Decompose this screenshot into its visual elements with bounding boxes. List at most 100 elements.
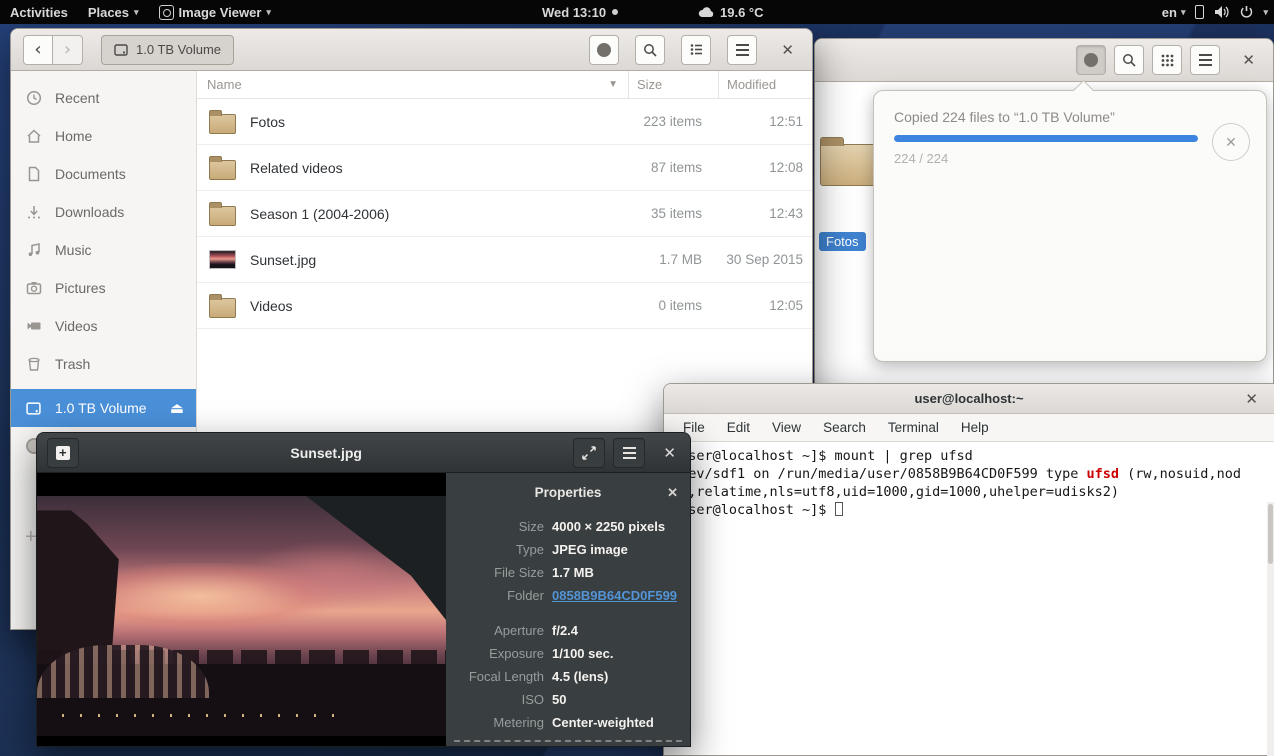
operations-button[interactable]: [1076, 45, 1106, 75]
activities-label: Activities: [10, 5, 68, 20]
app-menu-label: Image Viewer: [179, 5, 262, 20]
copy-progress-count: 224 / 224: [894, 151, 1198, 166]
chevron-left-icon: ‹: [34, 41, 41, 59]
grid-view-button[interactable]: [1152, 45, 1182, 75]
column-header-modified[interactable]: Modified: [718, 71, 812, 98]
sidebar-item-music[interactable]: Music: [11, 231, 196, 269]
clock-icon: [26, 90, 42, 106]
operations-button[interactable]: [589, 35, 619, 65]
image-thumbnail: [209, 250, 236, 269]
eject-button[interactable]: ⏏: [170, 399, 184, 417]
terminal-output[interactable]: [user@localhost ~]$ mount | grep ufsd/de…: [664, 442, 1274, 756]
sidebar-item-recent[interactable]: Recent: [11, 79, 196, 117]
clock-menu[interactable]: Wed 13:10: [542, 5, 618, 20]
terminal-titlebar[interactable]: user@localhost:~ ✕: [664, 384, 1274, 414]
app-menu[interactable]: Image Viewer ▾: [149, 0, 281, 24]
system-status-area[interactable]: en ▾ ▾: [1162, 5, 1268, 20]
menu-view[interactable]: View: [761, 420, 812, 435]
column-header-name[interactable]: Name ▼: [197, 77, 628, 92]
file-row[interactable]: Fotos 223 items 12:51: [197, 99, 812, 145]
file-row[interactable]: Related videos 87 items 12:08: [197, 145, 812, 191]
property-row: Aperture f/2.4: [446, 622, 690, 640]
search-button[interactable]: [1114, 45, 1144, 75]
close-button[interactable]: ✕: [659, 444, 680, 462]
file-row[interactable]: Videos 0 items 12:05: [197, 283, 812, 329]
terminal-menubar: File Edit View Search Terminal Help: [664, 414, 1274, 442]
sidebar-item-volume[interactable]: 1.0 TB Volume ⏏: [11, 389, 196, 427]
image-canvas[interactable]: [37, 473, 446, 746]
sidebar-item-videos[interactable]: Videos: [11, 307, 196, 345]
menu-help[interactable]: Help: [950, 420, 1000, 435]
file-row[interactable]: Sunset.jpg 1.7 MB 30 Sep 2015: [197, 237, 812, 283]
drive-icon: [114, 43, 128, 57]
close-button[interactable]: ✕: [775, 41, 800, 59]
close-button[interactable]: ✕: [1239, 390, 1264, 408]
sidebar-item-documents[interactable]: Documents: [11, 155, 196, 193]
add-bookmark-button[interactable]: +: [25, 526, 37, 549]
activities-button[interactable]: Activities: [0, 0, 78, 24]
search-icon: [643, 43, 657, 57]
list-view-button[interactable]: [681, 35, 711, 65]
properties-panel: Properties ✕ Size 4000 × 2250 pixels Typ…: [446, 473, 690, 746]
location-tab-label: 1.0 TB Volume: [136, 42, 221, 57]
sunset-photo: [37, 496, 446, 736]
copy-progress-fill: [894, 135, 1198, 142]
folder-icon: [209, 114, 236, 134]
location-tab[interactable]: 1.0 TB Volume: [101, 35, 234, 65]
terminal-title: user@localhost:~: [664, 391, 1274, 406]
image-viewer-app-icon: [159, 5, 174, 20]
folder-icon: [209, 206, 236, 226]
grid-view-icon: [1161, 54, 1174, 67]
sidebar-item-pictures[interactable]: Pictures: [11, 269, 196, 307]
close-properties-button[interactable]: ✕: [667, 485, 678, 501]
search-button[interactable]: [635, 35, 665, 65]
add-image-icon: [56, 446, 70, 460]
forward-button[interactable]: ›: [53, 35, 83, 65]
clock-label: Wed 13:10: [542, 5, 606, 20]
menu-search[interactable]: Search: [812, 420, 877, 435]
file-operations-popover: Copied 224 files to “1.0 TB Volume” 224 …: [873, 90, 1267, 362]
cloud-icon: [698, 7, 714, 18]
gallery-toggle-button[interactable]: [47, 438, 79, 468]
sidebar-item-label: Recent: [55, 90, 99, 106]
sidebar-item-trash[interactable]: Trash: [11, 345, 196, 383]
sidebar-item-label: Videos: [55, 318, 98, 334]
selected-file-label[interactable]: Fotos: [819, 232, 866, 251]
sidebar-item-home[interactable]: Home: [11, 117, 196, 155]
fullscreen-button[interactable]: [573, 438, 605, 468]
camera-icon: [26, 280, 42, 296]
drive-icon: [26, 401, 42, 416]
sidebar-item-downloads[interactable]: Downloads: [11, 193, 196, 231]
places-label: Places: [88, 5, 129, 20]
column-header-size[interactable]: Size: [628, 71, 718, 98]
hamburger-icon: [736, 44, 749, 56]
menu-button[interactable]: [727, 35, 757, 65]
grep-match: ufsd: [1087, 466, 1120, 482]
download-icon: [26, 204, 42, 220]
chevron-down-icon: ▾: [1263, 7, 1268, 18]
sidebar-item-label: Pictures: [55, 280, 106, 296]
menu-button[interactable]: [1190, 45, 1220, 75]
menu-button[interactable]: [613, 438, 645, 468]
mount-output: /dev/sdf1 on /run/media/user/0858B9B64CD…: [672, 466, 1087, 482]
menu-edit[interactable]: Edit: [716, 420, 761, 435]
folder-link[interactable]: 0858B9B64CD0F599: [552, 588, 677, 603]
properties-title: Properties: [535, 485, 602, 500]
keyboard-layout-label: en: [1162, 5, 1177, 20]
list-view-icon: [690, 43, 703, 56]
file-row[interactable]: Season 1 (2004-2006) 35 items 12:43: [197, 191, 812, 237]
places-menu[interactable]: Places ▾: [78, 0, 149, 24]
copy-status-text: Copied 224 files to “1.0 TB Volume”: [894, 109, 1198, 125]
scrollbar[interactable]: [1267, 502, 1274, 756]
menu-terminal[interactable]: Terminal: [877, 420, 950, 435]
keyboard-layout-indicator[interactable]: en ▾: [1162, 5, 1186, 20]
home-icon: [26, 128, 42, 144]
property-row-folder: Folder 0858B9B64CD0F599: [446, 587, 690, 605]
dismiss-operation-button[interactable]: ✕: [1212, 123, 1250, 161]
hamburger-icon: [623, 447, 636, 459]
sidebar-item-label: Trash: [55, 356, 90, 372]
folder-icon[interactable]: [820, 144, 876, 186]
close-button[interactable]: ✕: [1236, 51, 1261, 69]
back-button[interactable]: ‹: [23, 35, 53, 65]
property-row: Metering Center-weighted: [446, 714, 690, 732]
